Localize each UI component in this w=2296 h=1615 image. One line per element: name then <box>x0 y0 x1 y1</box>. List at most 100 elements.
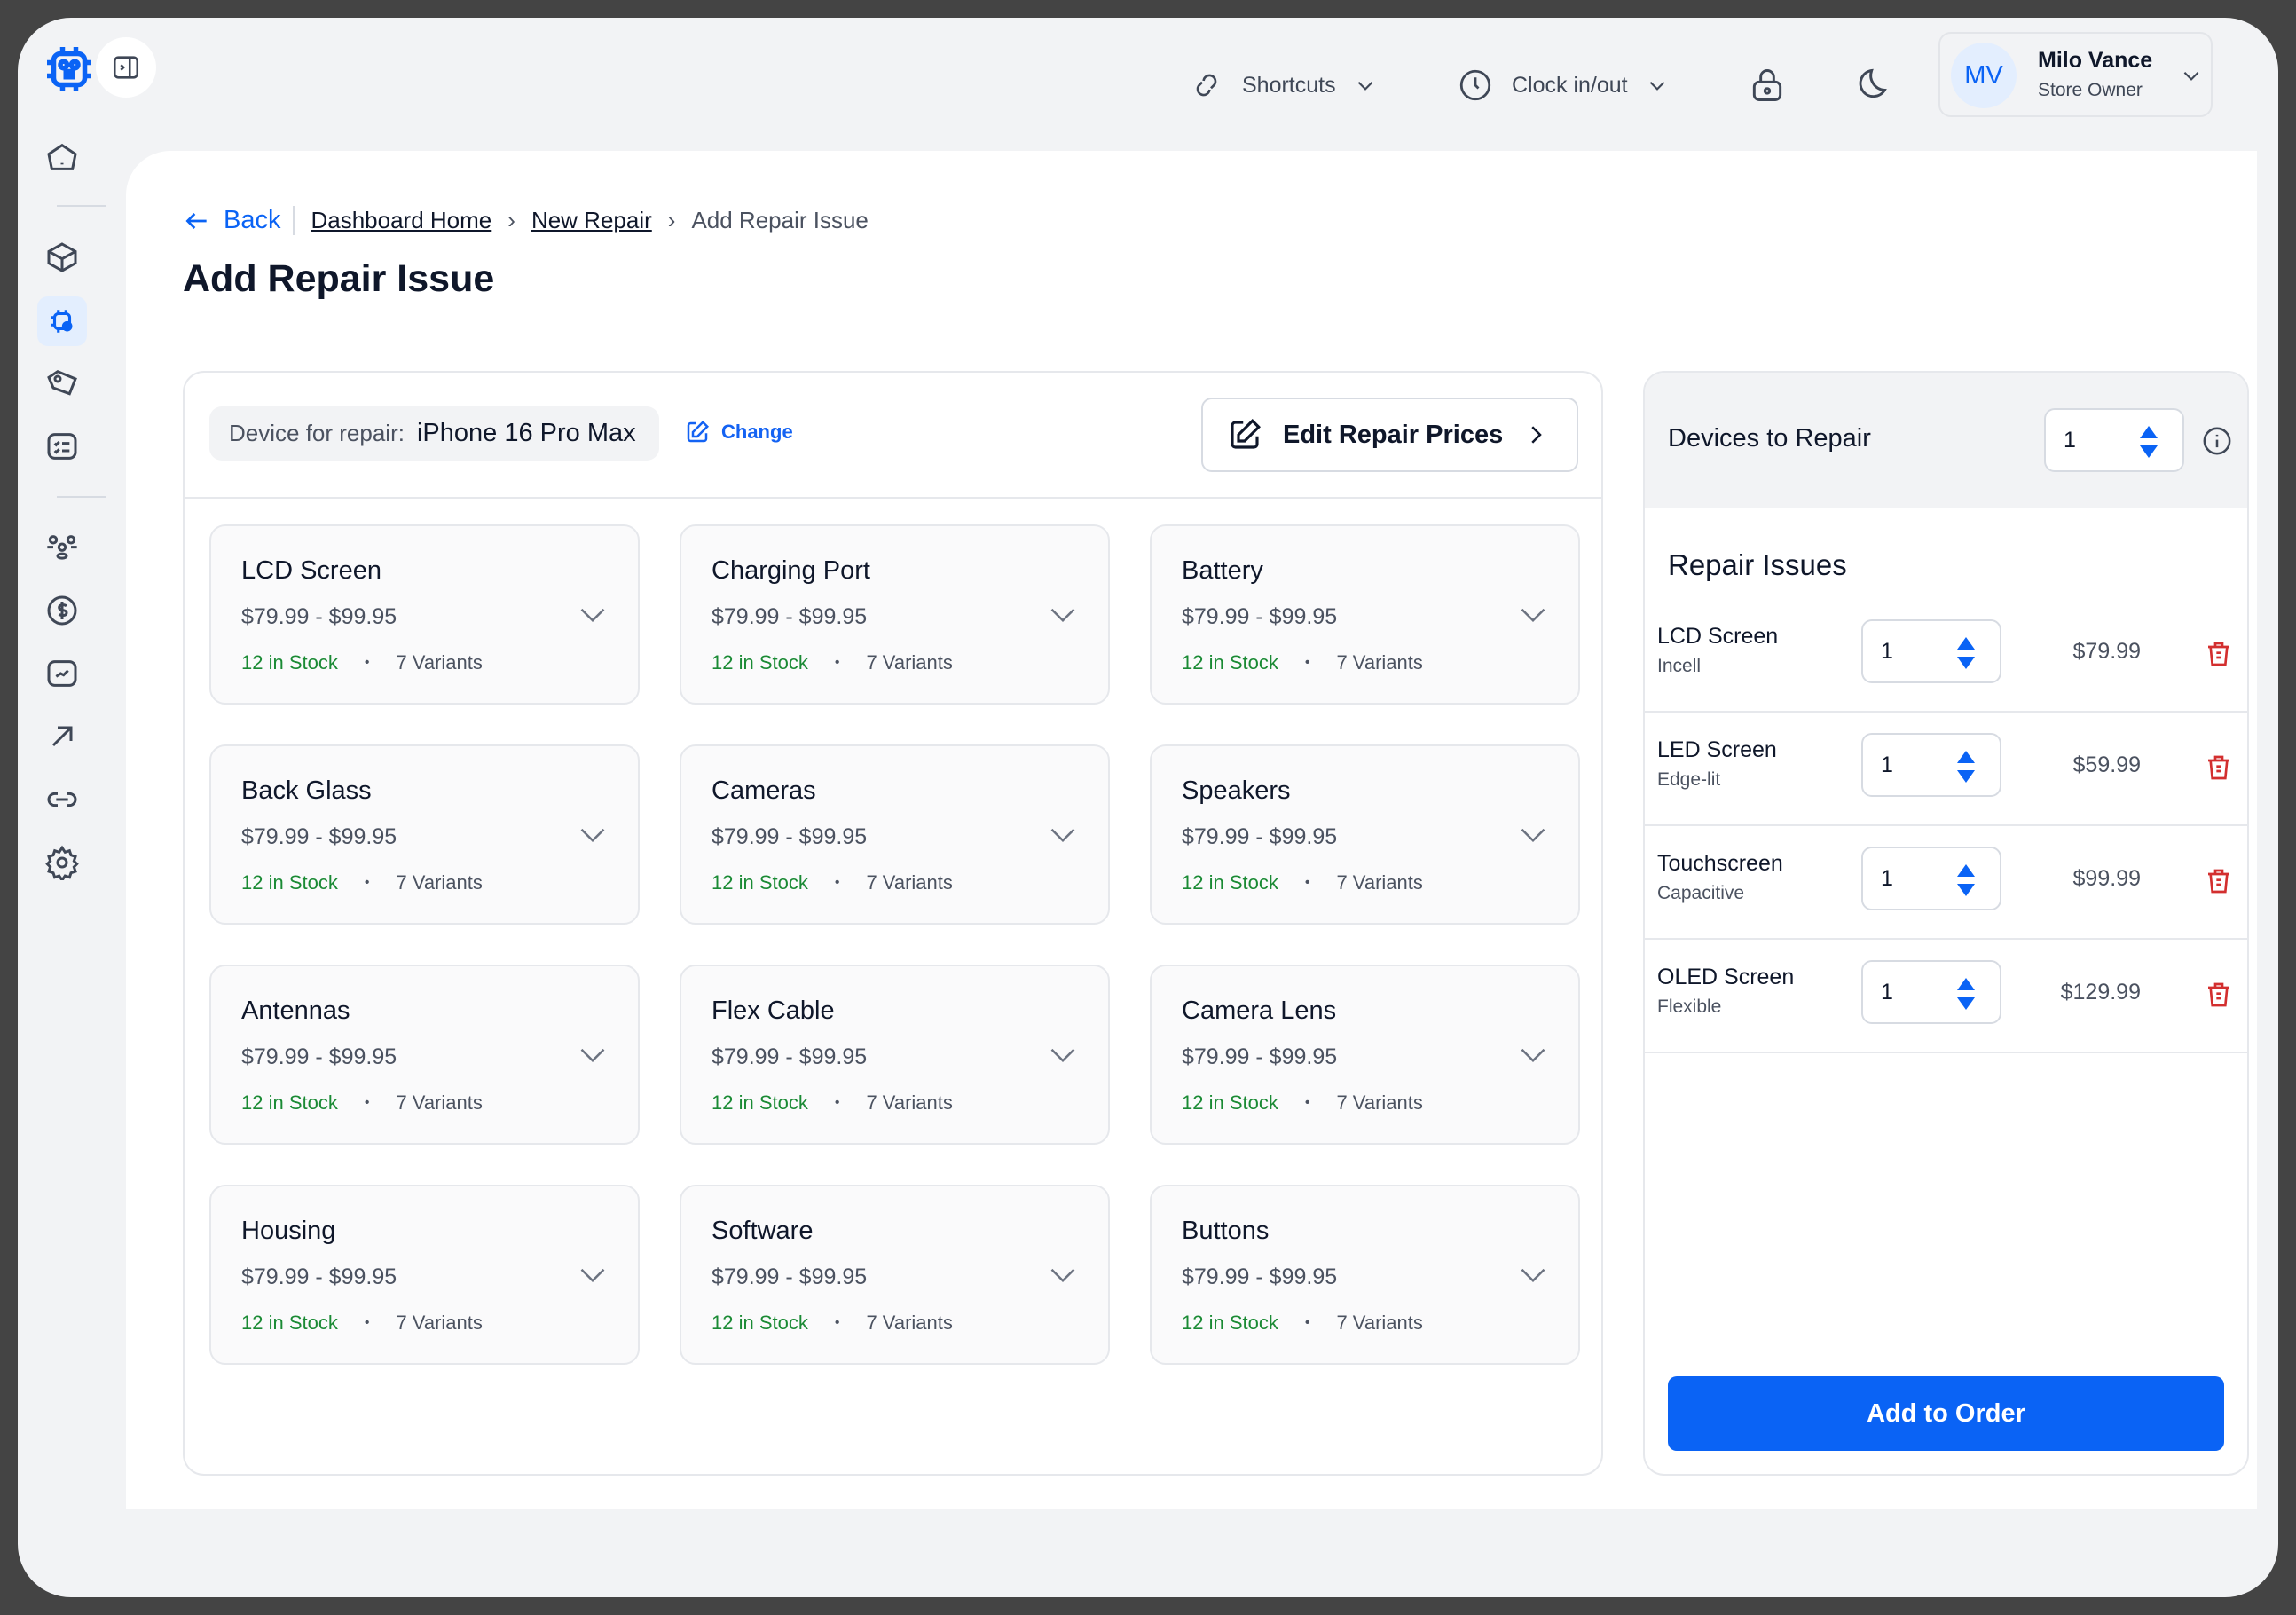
chevron-down-icon[interactable] <box>579 1044 606 1066</box>
add-to-order-button[interactable]: Add to Order <box>1668 1376 2224 1451</box>
user-menu[interactable]: MV Milo Vance Store Owner <box>1938 32 2213 117</box>
issue-price-range: $79.99 - $99.95 <box>1182 1264 1338 1289</box>
repair-issue-card[interactable]: Cameras $79.99 - $99.95 12 in Stock • 7 Vari… <box>680 744 1110 925</box>
lock-button[interactable] <box>1748 66 1787 105</box>
device-label: Device for repair: <box>229 420 405 446</box>
chevron-down-icon[interactable] <box>579 1264 606 1286</box>
quantity-stepper[interactable]: 1 <box>1861 960 2001 1024</box>
trash-icon[interactable] <box>2205 752 2233 784</box>
sidebar-item-reports[interactable] <box>44 656 80 691</box>
change-label: Change <box>721 421 793 443</box>
devices-quantity-stepper[interactable]: 1 <box>2044 408 2184 472</box>
issue-price-range: $79.99 - $99.95 <box>1182 604 1338 629</box>
repair-issue-card[interactable]: Speakers $79.99 - $99.95 12 in Stock • 7 Var… <box>1150 744 1580 925</box>
device-value: iPhone 16 Pro Max <box>416 419 636 447</box>
repair-issue-card[interactable]: Software $79.99 - $99.95 12 in Stock • 7 Var… <box>680 1185 1110 1365</box>
quantity-stepper[interactable]: 1 <box>1861 619 2001 683</box>
change-device-button[interactable]: Change <box>684 419 793 445</box>
sidebar-item-inventory[interactable] <box>44 240 80 275</box>
edit-repair-prices-button[interactable]: Edit Repair Prices <box>1201 398 1578 472</box>
repair-issue-card[interactable]: Battery $79.99 - $99.95 12 in Stock • 7 Vari… <box>1150 524 1580 705</box>
issue-name: LCD Screen <box>241 556 381 585</box>
repair-issue-card[interactable]: Buttons $79.99 - $99.95 12 in Stock • 7 Vari… <box>1150 1185 1580 1365</box>
chevron-down-icon[interactable] <box>1520 604 1546 626</box>
variant-count: 7 Variants <box>866 651 953 674</box>
stepper-arrows-icon[interactable] <box>1955 749 1977 784</box>
issue-meta: 12 in Stock • 7 Variants <box>241 1091 483 1115</box>
sidebar-item-checklist[interactable] <box>44 429 80 464</box>
item-price: $99.99 <box>2072 866 2141 891</box>
sidebar-divider <box>57 205 106 207</box>
trash-icon[interactable] <box>2205 979 2233 1011</box>
chevron-down-icon[interactable] <box>1050 1044 1076 1066</box>
dark-mode-button[interactable] <box>1849 66 1888 105</box>
chevron-down-icon[interactable] <box>579 824 606 846</box>
issue-price-range: $79.99 - $99.95 <box>712 604 868 629</box>
breadcrumb-new-repair[interactable]: New Repair <box>531 207 652 234</box>
issue-price-range: $79.99 - $99.95 <box>241 1044 397 1069</box>
stepper-arrows-icon[interactable] <box>2138 424 2159 460</box>
quantity-stepper[interactable]: 1 <box>1861 847 2001 910</box>
lock-icon <box>1752 69 1782 101</box>
sidebar-item-settings[interactable] <box>44 845 80 880</box>
repair-issue-row: OLED Screen Flexible 1 $129.99 <box>1645 940 2247 1053</box>
issue-meta: 12 in Stock • 7 Variants <box>241 871 483 894</box>
qty-value: 1 <box>1881 865 1893 891</box>
issue-meta: 12 in Stock • 7 Variants <box>712 1091 953 1115</box>
issue-name: Speakers <box>1182 776 1291 805</box>
gear-icon <box>45 845 79 880</box>
back-link[interactable]: Back <box>183 206 295 235</box>
chevron-down-icon[interactable] <box>1520 1264 1546 1286</box>
sidebar-item-customers[interactable] <box>44 528 80 563</box>
quantity-stepper[interactable]: 1 <box>1861 733 2001 797</box>
shortcuts-menu[interactable]: Shortcuts <box>1189 64 1377 106</box>
sidebar-item-payments[interactable] <box>44 593 80 628</box>
users-icon <box>47 535 77 560</box>
bullet-separator: • <box>834 655 840 670</box>
issue-name: Cameras <box>712 776 816 805</box>
repair-issue-card[interactable]: Charging Port $79.99 - $99.95 12 in Stock •… <box>680 524 1110 705</box>
trash-icon[interactable] <box>2205 865 2233 897</box>
chevron-down-icon[interactable] <box>1520 1044 1546 1066</box>
chevron-down-icon[interactable] <box>1050 1264 1076 1286</box>
logo-chip-icon <box>43 43 96 96</box>
sidebar-item-external[interactable] <box>44 719 80 754</box>
item-name: OLED Screen <box>1657 965 1795 989</box>
chevron-down-icon[interactable] <box>579 604 606 626</box>
clock-menu[interactable]: Clock in/out <box>1457 64 1669 106</box>
chevron-down-icon[interactable] <box>1520 824 1546 846</box>
info-icon[interactable] <box>2202 426 2232 456</box>
repair-issue-card[interactable]: Antennas $79.99 - $99.95 12 in Stock • 7 Var… <box>209 965 640 1145</box>
sidebar-item-repairs[interactable] <box>37 296 87 346</box>
sidebar-toggle-button[interactable] <box>96 37 156 98</box>
chevron-down-icon[interactable] <box>1050 824 1076 846</box>
repair-issue-card[interactable]: Camera Lens $79.99 - $99.95 12 in Stock • 7 … <box>1150 965 1580 1145</box>
variant-count: 7 Variants <box>396 651 483 674</box>
repair-issue-card[interactable]: Flex Cable $79.99 - $99.95 12 in Stock • 7 V… <box>680 965 1110 1145</box>
chevron-down-icon[interactable] <box>1050 604 1076 626</box>
issue-name: Software <box>712 1217 814 1245</box>
sidebar-item-tags[interactable] <box>44 366 80 401</box>
issue-meta: 12 in Stock • 7 Variants <box>712 871 953 894</box>
bullet-separator: • <box>834 1315 840 1330</box>
breadcrumb-dashboard-home[interactable]: Dashboard Home <box>311 207 491 234</box>
chevron-down-icon <box>1354 74 1377 97</box>
sidebar-item-home[interactable] <box>44 139 80 175</box>
trash-icon[interactable] <box>2205 638 2233 670</box>
repair-issue-card[interactable]: Housing $79.99 - $99.95 12 in Stock • 7 Vari… <box>209 1185 640 1365</box>
repair-issues-title: Repair Issues <box>1668 548 1847 581</box>
sidebar-item-links[interactable] <box>44 782 80 817</box>
avatar: MV <box>1951 43 2017 108</box>
stepper-arrows-icon[interactable] <box>1955 863 1977 898</box>
issue-meta: 12 in Stock • 7 Variants <box>1182 1091 1423 1115</box>
sidebar-divider <box>57 496 106 498</box>
shortcuts-label: Shortcuts <box>1242 72 1336 98</box>
checklist-icon <box>47 433 77 460</box>
issue-meta: 12 in Stock • 7 Variants <box>1182 871 1423 894</box>
stepper-arrows-icon[interactable] <box>1955 976 1977 1012</box>
divider <box>185 497 1601 499</box>
stepper-arrows-icon[interactable] <box>1955 635 1977 671</box>
repair-issue-card[interactable]: Back Glass $79.99 - $99.95 12 in Stock • 7 V… <box>209 744 640 925</box>
issue-price-range: $79.99 - $99.95 <box>241 1264 397 1289</box>
repair-issue-card[interactable]: LCD Screen $79.99 - $99.95 12 in Stock • 7 V… <box>209 524 640 705</box>
